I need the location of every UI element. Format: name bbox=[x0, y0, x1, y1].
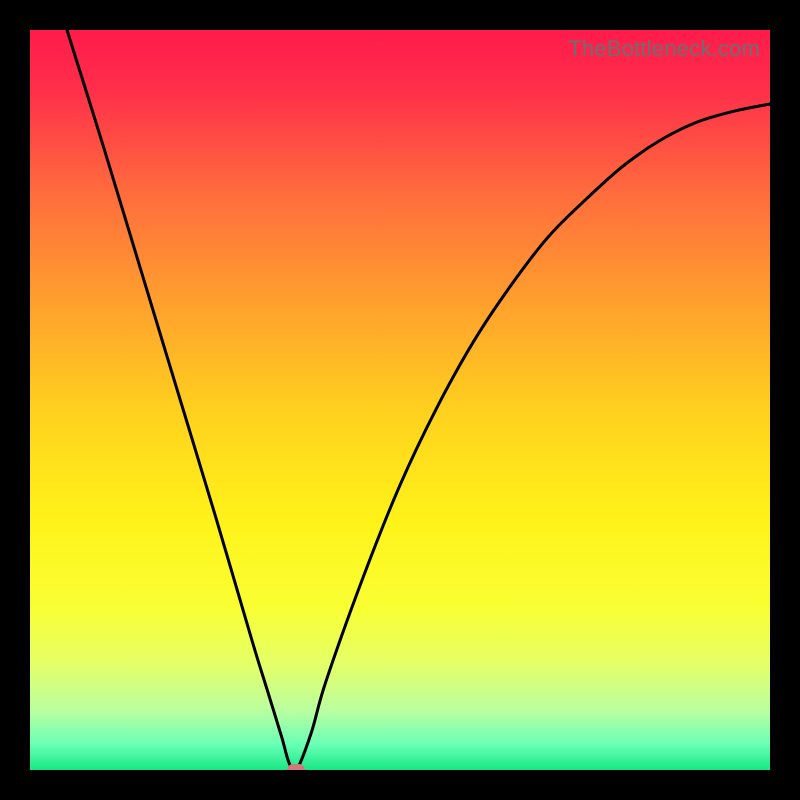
bottleneck-curve bbox=[67, 30, 770, 770]
curve-layer bbox=[30, 30, 770, 770]
optimum-marker bbox=[287, 764, 305, 770]
chart-frame: TheBottleneck.com bbox=[0, 0, 800, 800]
plot-area: TheBottleneck.com bbox=[30, 30, 770, 770]
